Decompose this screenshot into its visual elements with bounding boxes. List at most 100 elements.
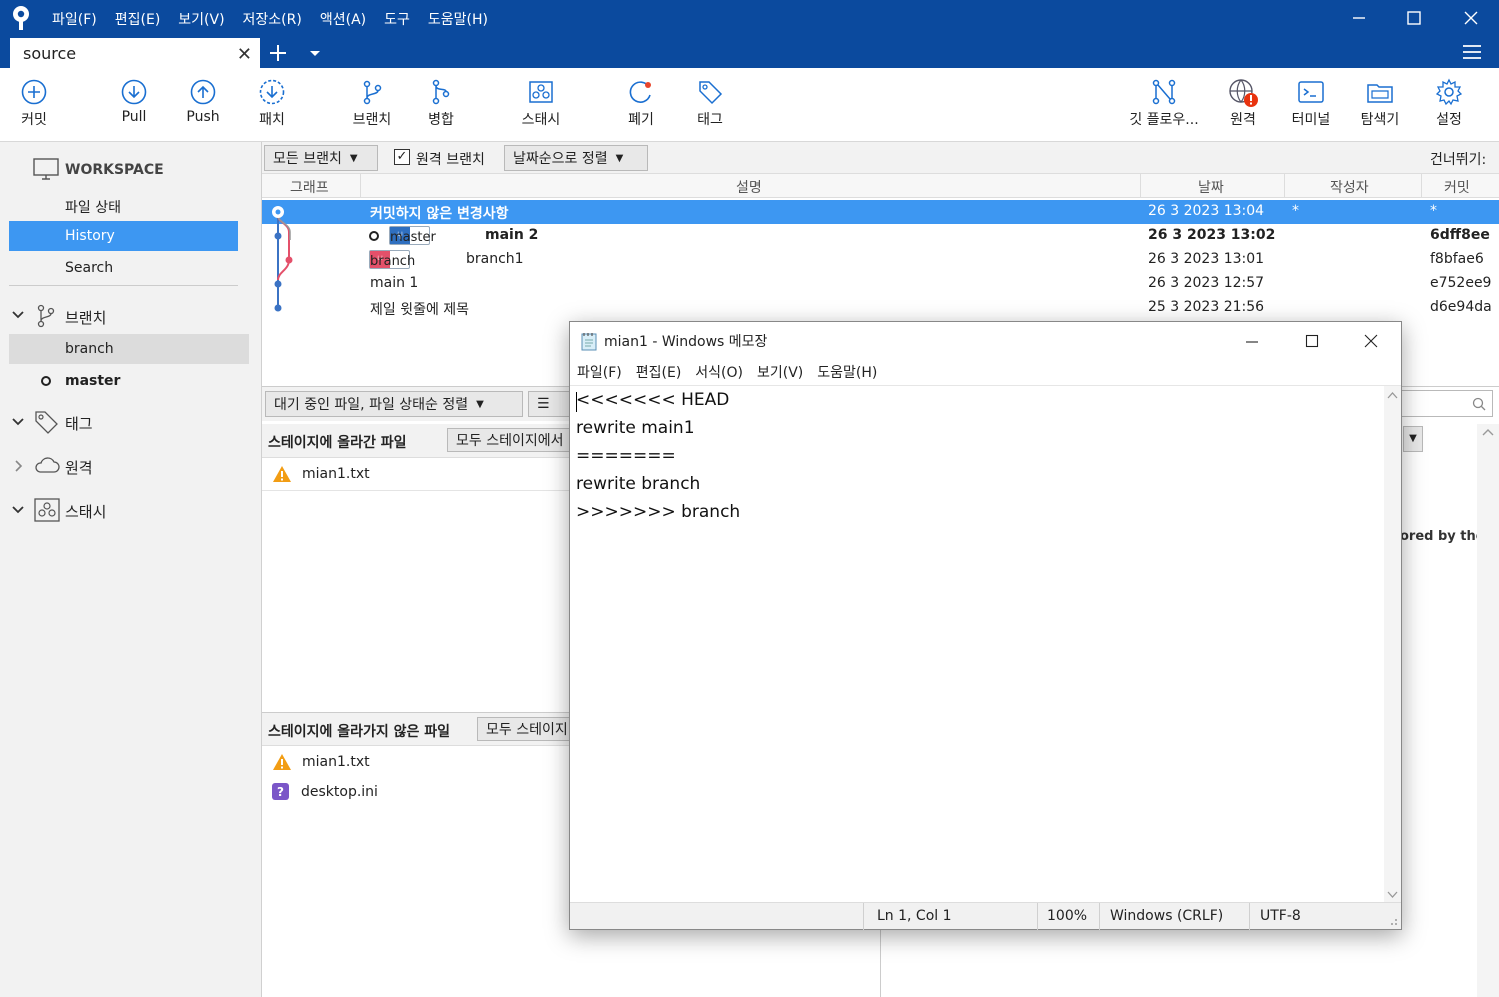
menu-actions[interactable]: 액션(A)	[320, 9, 366, 29]
commit-column-header[interactable]: 커밋	[1444, 177, 1470, 197]
file-sort-dropdown[interactable]: 대기 중인 파일, 파일 상태순 정렬 ▼	[265, 391, 523, 417]
notepad-menu-view[interactable]: 보기(V)	[757, 362, 803, 382]
new-tab-icon[interactable]	[268, 43, 288, 63]
unstaged-file-item[interactable]: ? desktop.ini	[272, 783, 378, 800]
diff-scrollbar[interactable]	[1477, 424, 1499, 997]
notepad-text-area[interactable]: <<<<<<< HEAD rewrite main1 ======= rewri…	[576, 386, 1386, 904]
sidebar-item-branch[interactable]: branch	[9, 334, 249, 364]
discard-button[interactable]: 폐기	[623, 78, 659, 129]
patch-button[interactable]: 패치	[254, 78, 290, 129]
history-row-uncommitted[interactable]: 커밋하지 않은 변경사항 26 3 2023 13:04 * *	[262, 200, 1499, 224]
notepad-menu-file[interactable]: 파일(F)	[577, 362, 622, 382]
git-flow-label: 깃 플로우...	[1129, 112, 1199, 128]
notepad-status-bar: Ln 1, Col 1 100% Windows (CRLF) UTF-8	[570, 902, 1401, 930]
scroll-up-icon[interactable]	[1387, 391, 1398, 399]
tag-icon	[35, 411, 58, 434]
minimize-icon[interactable]	[1347, 6, 1371, 30]
notepad-menu-help[interactable]: 도움말(H)	[817, 362, 877, 382]
author-column-header[interactable]: 작성자	[1330, 177, 1369, 197]
maximize-icon[interactable]	[1402, 6, 1426, 30]
git-flow-button[interactable]: 깃 플로우...	[1124, 78, 1204, 129]
merge-icon	[432, 79, 450, 105]
scroll-up-icon[interactable]	[1482, 428, 1494, 436]
menu-repository[interactable]: 저장소(R)	[243, 9, 302, 29]
branch-button[interactable]: 브랜치	[348, 78, 396, 129]
row-commit: e752ee9	[1430, 275, 1492, 291]
unstaged-file-item[interactable]: mian1.txt	[272, 753, 370, 771]
diff-options-dropdown[interactable]: ▼	[1403, 426, 1423, 452]
conflict-warning-icon	[273, 466, 291, 482]
remote-branches-checkbox[interactable]: ✓	[394, 149, 410, 165]
notepad-scrollbar[interactable]	[1384, 386, 1401, 904]
menu-edit[interactable]: 편집(E)	[115, 9, 161, 29]
hamburger-menu-icon[interactable]	[1462, 43, 1482, 61]
sidebar-item-master[interactable]: master	[65, 373, 120, 389]
branch-filter-dropdown[interactable]: 모든 브랜치 ▼	[264, 145, 378, 171]
notepad-menu-edit[interactable]: 편집(E)	[636, 362, 682, 382]
commit-button[interactable]: 커밋	[14, 78, 54, 129]
branch-label-master[interactable]: ⑂ master	[389, 226, 436, 245]
tab-label: source	[23, 43, 77, 63]
pull-button[interactable]: Pull	[116, 78, 152, 125]
file-name: desktop.ini	[301, 783, 378, 800]
commit-label: 커밋	[21, 112, 47, 128]
close-icon[interactable]	[1363, 333, 1379, 349]
remote-button[interactable]: 원격	[1225, 78, 1261, 131]
staged-file-item[interactable]: mian1.txt	[272, 465, 370, 483]
sort-dropdown[interactable]: 날짜순으로 정렬 ▼	[504, 145, 648, 171]
tab-dropdown-icon[interactable]	[308, 48, 322, 58]
unstage-all-label: 모두 스테이지에서	[456, 433, 564, 449]
menu-tools[interactable]: 도구	[384, 9, 410, 29]
file-name: mian1.txt	[302, 754, 370, 770]
cursor-position: Ln 1, Col 1	[877, 908, 952, 924]
minimize-icon[interactable]	[1244, 334, 1260, 350]
tab-source[interactable]: source ✕	[10, 38, 260, 68]
stash-button[interactable]: 스태시	[515, 78, 567, 129]
branch-label-branch[interactable]: ⑂ branch	[369, 250, 415, 269]
branches-heading[interactable]: 브랜치	[65, 307, 106, 328]
date-column-header[interactable]: 날짜	[1198, 177, 1224, 197]
tag-button[interactable]: 태그	[692, 78, 728, 129]
row-date: 26 3 2023 13:01	[1148, 251, 1265, 267]
tab-close-icon[interactable]: ✕	[237, 44, 252, 65]
close-icon[interactable]	[1459, 6, 1483, 30]
settings-button[interactable]: 설정	[1431, 78, 1467, 129]
terminal-button[interactable]: 터미널	[1288, 78, 1334, 129]
stashes-heading[interactable]: 스태시	[65, 501, 106, 522]
scroll-down-icon[interactable]	[1387, 891, 1398, 899]
stage-all-label: 모두 스테이지	[486, 722, 568, 738]
chevron-down-icon[interactable]	[12, 505, 24, 515]
sidebar-item-file-status[interactable]: 파일 상태	[65, 197, 121, 217]
history-row[interactable]: ⑂ master main 2 26 3 2023 13:02 6dff8ee	[262, 224, 1499, 248]
maximize-icon[interactable]	[1304, 333, 1320, 349]
history-row[interactable]: main 1 26 3 2023 12:57 e752ee9	[262, 272, 1499, 296]
graph-column-header[interactable]: 그래프	[290, 177, 329, 197]
explorer-button[interactable]: 탐색기	[1356, 78, 1404, 129]
tag-label: 태그	[697, 112, 723, 128]
search-input[interactable]	[1399, 390, 1493, 417]
sidebar-item-search[interactable]: Search	[65, 260, 113, 276]
chevron-right-icon[interactable]	[14, 460, 24, 472]
remotes-heading[interactable]: 원격	[65, 457, 93, 478]
chevron-down-icon[interactable]	[12, 310, 24, 320]
explorer-label: 탐색기	[1360, 112, 1400, 128]
push-button[interactable]: Push	[184, 78, 222, 125]
menu-help[interactable]: 도움말(H)	[428, 9, 488, 29]
row-description: branch1	[466, 251, 524, 267]
resize-grip-icon[interactable]	[1388, 916, 1398, 926]
menu-view[interactable]: 보기(V)	[178, 9, 224, 29]
discard-label: 폐기	[628, 112, 654, 128]
chevron-down-icon[interactable]	[12, 417, 24, 427]
menu-file[interactable]: 파일(F)	[52, 9, 97, 29]
history-row[interactable]: ⑂ branch branch1 26 3 2023 13:01 f8bfae6	[262, 248, 1499, 272]
row-date: 26 3 2023 12:57	[1148, 275, 1265, 291]
tags-heading[interactable]: 태그	[65, 413, 93, 434]
description-column-header[interactable]: 설명	[736, 177, 762, 197]
history-row[interactable]: 제일 윗줄에 제목 25 3 2023 21:56 d6e94da	[262, 296, 1499, 320]
branch-filter-value: 모든 브랜치	[273, 151, 342, 167]
settings-label: 설정	[1436, 112, 1462, 128]
sidebar-item-history[interactable]: History	[9, 221, 238, 251]
notepad-menu-format[interactable]: 서식(O)	[695, 362, 743, 382]
merge-button[interactable]: 병합	[424, 78, 458, 129]
file-name: mian1.txt	[302, 466, 370, 482]
